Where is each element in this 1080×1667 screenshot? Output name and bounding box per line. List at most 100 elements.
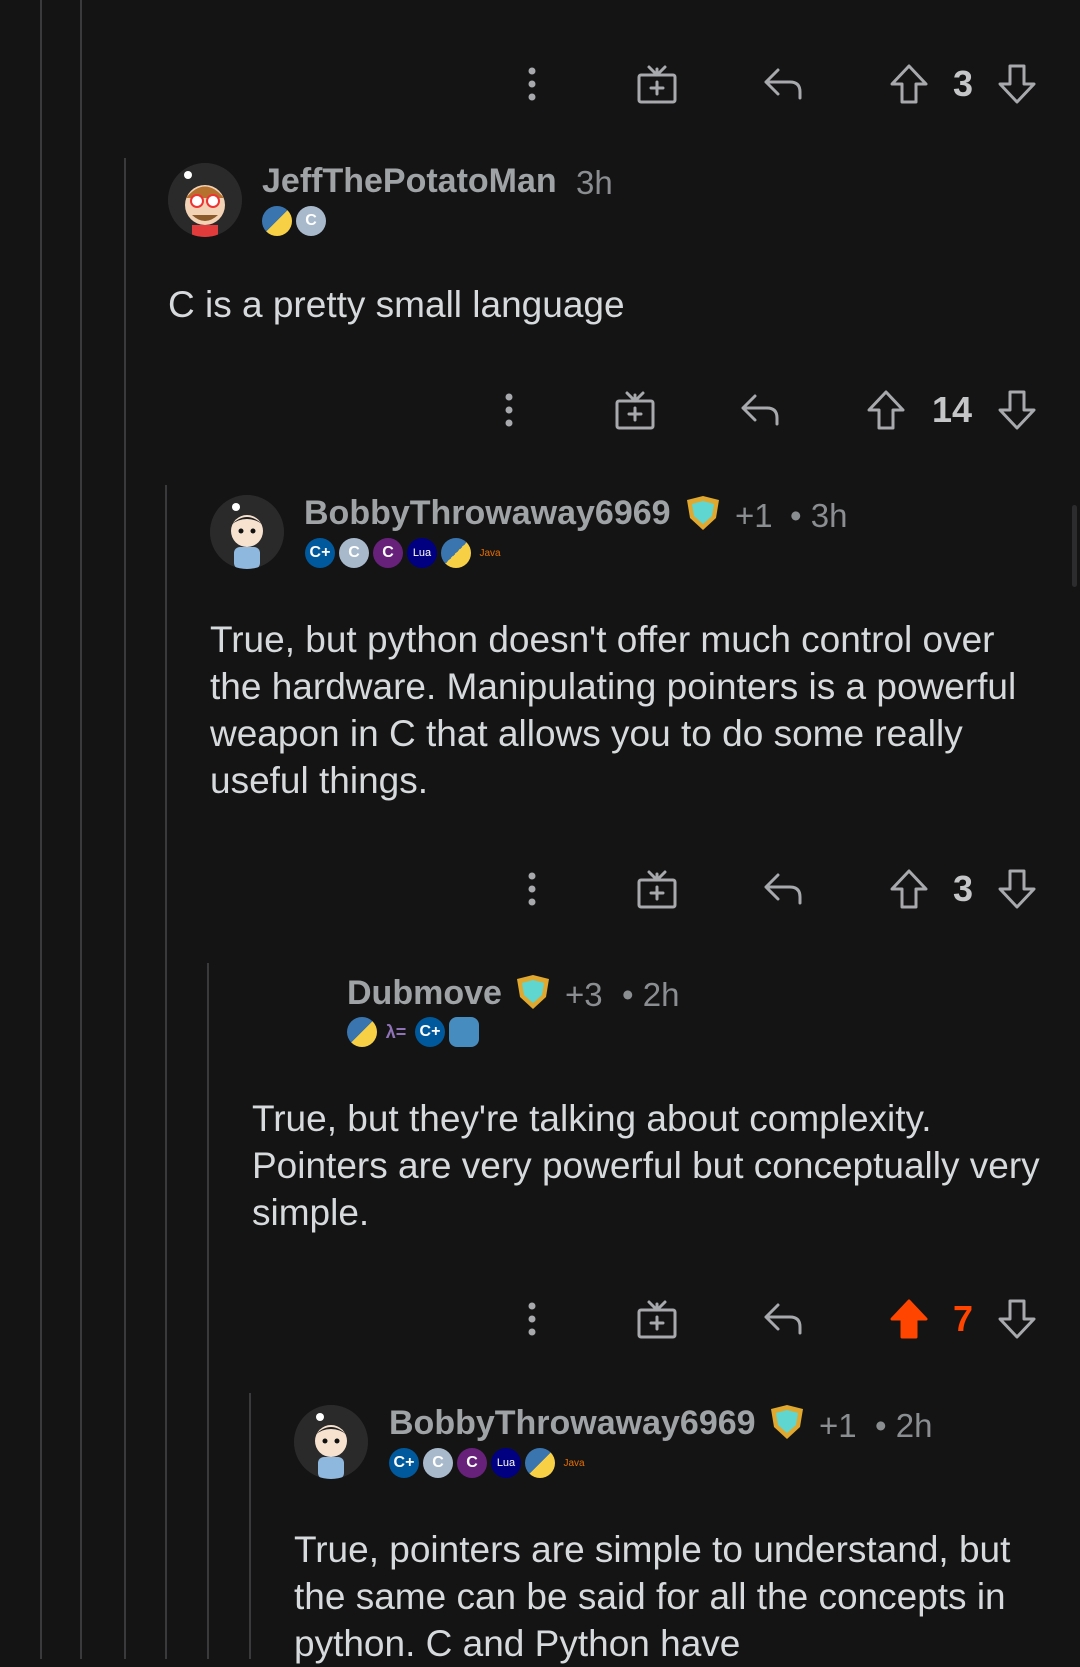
upvote-button[interactable] [886,1289,932,1349]
lua-icon: Lua [491,1448,521,1478]
c-icon: C [339,538,369,568]
give-award-button[interactable] [634,54,680,114]
username[interactable]: BobbyThrowaway6969 [304,494,671,533]
downvote-arrow-icon [998,869,1036,909]
comment-actions: 14 [0,380,1080,440]
downvote-arrow-icon [998,1299,1036,1339]
reply-icon [764,68,802,100]
upvote-arrow-icon [890,869,928,909]
more-options-button[interactable] [512,54,552,114]
upvote-arrow-icon [867,390,905,430]
avatar[interactable] [294,1405,368,1479]
vote-score: 7 [952,1298,974,1339]
downvote-arrow-icon [998,390,1036,430]
cpp-icon: C+ [305,538,335,568]
timestamp: 3h [576,164,613,201]
avatar-image [210,495,284,569]
downvote-button[interactable] [994,859,1040,919]
scrollbar[interactable] [1072,505,1077,587]
more-options-button[interactable] [512,859,552,919]
csharp-icon: C [373,538,403,568]
award-count: +1 [735,497,773,534]
username[interactable]: BobbyThrowaway6969 [389,1404,756,1443]
vote-score: 14 [931,389,973,430]
award-icon[interactable] [767,1403,807,1441]
thread-line-1[interactable] [40,0,42,1659]
avatar[interactable] [210,495,284,569]
reply-icon [764,873,802,905]
reply-button[interactable] [737,380,783,440]
vote-score: 3 [952,63,974,104]
haskell-icon: λ= [385,1021,407,1042]
comment-actions: 3 [0,859,1080,919]
thread-line-4[interactable] [165,485,167,1659]
reply-button[interactable] [760,54,806,114]
gift-icon [637,65,677,104]
comment-actions: 7 [0,1289,1080,1349]
comment-body: C is a pretty small language [168,284,625,325]
award-icon[interactable] [683,494,723,532]
downvote-arrow-icon [998,64,1036,104]
more-vertical-icon [528,67,536,101]
timestamp: • 2h [622,976,680,1013]
more-options-button[interactable] [512,1289,552,1349]
award-badge-icon [687,496,719,530]
thread-line-2[interactable] [80,0,82,1659]
user-flairs: C [262,204,326,238]
downvote-button[interactable] [994,54,1040,114]
avatar-image [168,163,242,237]
more-vertical-icon [505,393,513,427]
award-count: +3 [565,976,603,1013]
c-icon: C [423,1448,453,1478]
godot-icon [449,1017,479,1047]
comment-body: True, pointers are simple to understand,… [294,1529,1011,1664]
gift-icon [637,870,677,909]
upvote-button[interactable] [863,380,909,440]
c-icon: C [296,206,326,236]
python-icon [347,1017,377,1047]
award-count: +1 [819,1407,857,1444]
give-award-button[interactable] [634,859,680,919]
username[interactable]: JeffThePotatoMan [262,162,557,201]
comment-body: True, but they're talking about complexi… [252,1098,1040,1233]
csharp-icon: C [457,1448,487,1478]
timestamp: • 3h [790,497,848,534]
award-icon[interactable] [513,973,553,1011]
gift-icon [615,391,655,430]
lua-icon: Lua [407,538,437,568]
vote-score: 3 [952,868,974,909]
downvote-button[interactable] [994,1289,1040,1349]
upvote-arrow-icon [890,1299,928,1339]
timestamp: • 2h [875,1407,933,1444]
give-award-button[interactable] [634,1289,680,1349]
downvote-button[interactable] [994,380,1040,440]
java-icon: Java [563,1457,585,1469]
avatar-image [294,1405,368,1479]
reply-button[interactable] [760,859,806,919]
give-award-button[interactable] [612,380,658,440]
python-icon [441,538,471,568]
python-icon [262,206,292,236]
comment-body: True, but python doesn't offer much cont… [210,619,1017,801]
upvote-button[interactable] [886,859,932,919]
user-flairs: λ= C+ [347,1015,479,1049]
upvote-arrow-icon [890,64,928,104]
award-badge-icon [517,975,549,1009]
reply-button[interactable] [760,1289,806,1349]
avatar[interactable] [168,163,242,237]
comment-actions: 3 [0,54,1080,114]
upvote-button[interactable] [886,54,932,114]
cpp-icon: C+ [415,1017,445,1047]
username[interactable]: Dubmove [347,974,502,1013]
more-vertical-icon [528,872,536,906]
cpp-icon: C+ [389,1448,419,1478]
user-flairs: C+ C C Lua Java [305,536,505,570]
reply-icon [741,394,779,426]
java-icon: Java [479,547,501,559]
python-icon [525,1448,555,1478]
gift-icon [637,1300,677,1339]
more-options-button[interactable] [489,380,529,440]
thread-line-6[interactable] [249,1393,251,1659]
user-flairs: C+ C C Lua Java [389,1446,589,1480]
more-vertical-icon [528,1302,536,1336]
